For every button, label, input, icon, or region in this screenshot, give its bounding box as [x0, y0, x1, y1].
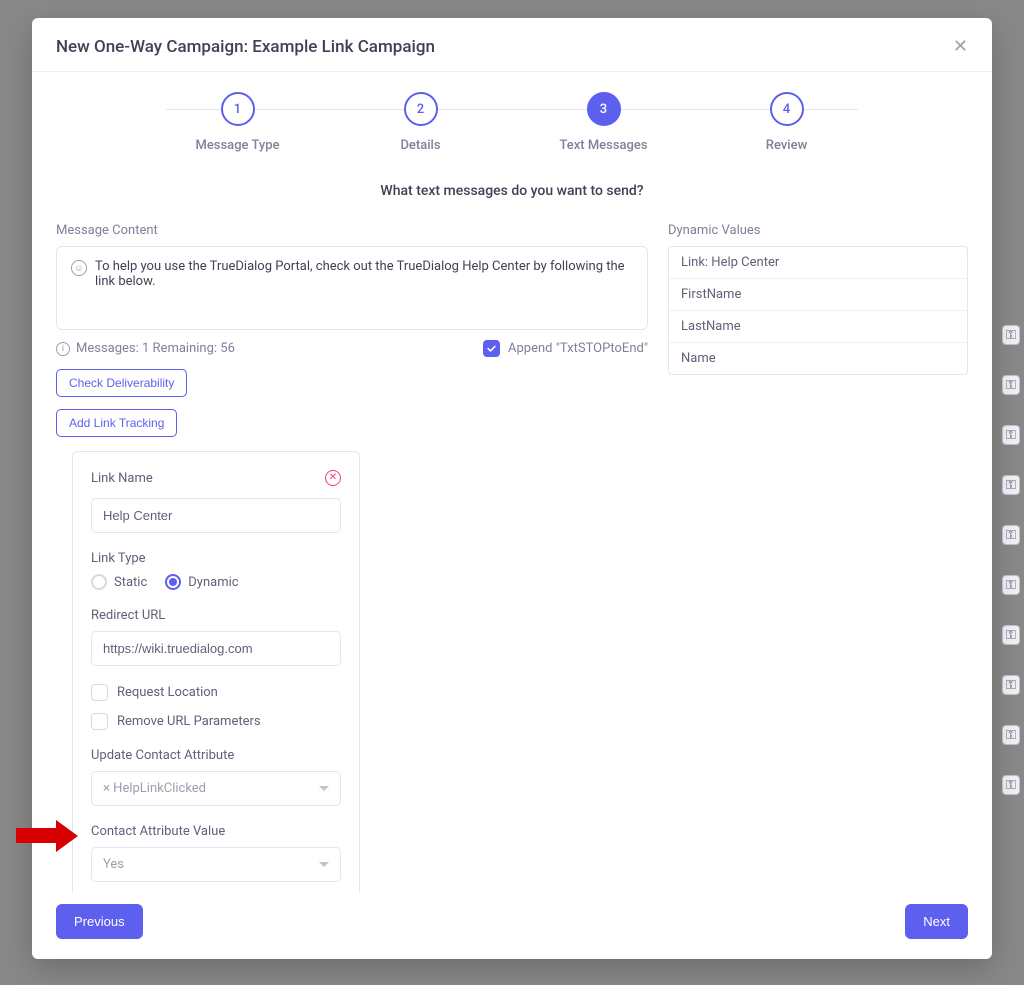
message-text: To help you use the TrueDialog Portal, c… [95, 259, 633, 289]
modal-body: 1 Message Type 2 Details 3 Text Messages… [32, 72, 992, 892]
link-type-static-radio[interactable]: Static [91, 574, 147, 590]
step-label: Message Type [195, 138, 279, 153]
dynamic-value-item[interactable]: LastName [669, 311, 967, 343]
bg-key-icon: ⚿ [1002, 725, 1020, 745]
bg-key-icon: ⚿ [1002, 675, 1020, 695]
bg-key-icon: ⚿ [1002, 325, 1020, 345]
bg-key-icon: ⚿ [1002, 375, 1020, 395]
request-location-checkbox[interactable]: Request Location [91, 684, 341, 701]
dynamic-values-label: Dynamic Values [668, 223, 968, 238]
bg-key-icon: ⚿ [1002, 475, 1020, 495]
link-name-input[interactable] [91, 498, 341, 533]
step-number: 2 [404, 92, 438, 126]
radio-checked-icon [165, 574, 181, 590]
message-content-input[interactable]: ☺ To help you use the TrueDialog Portal,… [56, 246, 648, 330]
step-label: Review [766, 138, 807, 153]
contact-attribute-value-label: Contact Attribute Value [91, 824, 341, 839]
previous-button[interactable]: Previous [56, 904, 143, 939]
step-label: Details [400, 138, 440, 153]
link-type-label: Link Type [91, 551, 341, 566]
bg-key-icon: ⚿ [1002, 425, 1020, 445]
link-type-radiogroup: Static Dynamic [91, 574, 341, 590]
update-contact-attribute-select[interactable]: HelpLinkClicked [91, 771, 341, 806]
bg-key-icon: ⚿ [1002, 625, 1020, 645]
message-content-label: Message Content [56, 223, 648, 238]
redirect-url-input[interactable] [91, 631, 341, 666]
step-label: Text Messages [559, 138, 647, 153]
message-counter: Messages: 1 Remaining: 56 [76, 341, 235, 356]
radio-icon [91, 574, 107, 590]
modal-header: New One-Way Campaign: Example Link Campa… [32, 18, 992, 72]
step-number: 3 [587, 92, 621, 126]
select-value: Yes [103, 857, 124, 872]
check-deliverability-button[interactable]: Check Deliverability [56, 369, 187, 397]
step-review[interactable]: 4 Review [695, 92, 878, 153]
stepper: 1 Message Type 2 Details 3 Text Messages… [56, 72, 968, 163]
content-row: Message Content ☺ To help you use the Tr… [56, 223, 968, 892]
right-column: Dynamic Values Link: Help Center FirstNa… [668, 223, 968, 892]
link-tracking-card: Link Name ✕ Link Type Static Dynamic [72, 451, 360, 892]
remove-url-params-checkbox[interactable]: Remove URL Parameters [91, 713, 341, 730]
step-details[interactable]: 2 Details [329, 92, 512, 153]
checkbox-unchecked-icon [91, 684, 108, 701]
chevron-down-icon [319, 862, 329, 867]
close-button[interactable]: ✕ [953, 36, 968, 57]
step-text-messages[interactable]: 3 Text Messages [512, 92, 695, 153]
append-stop-label: Append "TxtSTOPtoEnd" [508, 341, 648, 356]
dynamic-value-item[interactable]: Link: Help Center [669, 247, 967, 279]
append-stop-checkbox[interactable]: Append "TxtSTOPtoEnd" [483, 340, 648, 357]
campaign-modal: New One-Way Campaign: Example Link Campa… [32, 18, 992, 959]
chevron-down-icon [319, 786, 329, 791]
checkbox-unchecked-icon [91, 713, 108, 730]
dynamic-value-item[interactable]: Name [669, 343, 967, 374]
remove-link-icon[interactable]: ✕ [325, 470, 341, 486]
emoji-icon[interactable]: ☺ [71, 260, 87, 276]
message-info-row: i Messages: 1 Remaining: 56 Append "TxtS… [56, 340, 648, 357]
remove-url-params-label: Remove URL Parameters [117, 714, 261, 729]
checkbox-checked-icon [483, 340, 500, 357]
modal-title: New One-Way Campaign: Example Link Campa… [56, 37, 435, 57]
request-location-label: Request Location [117, 685, 218, 700]
select-value: HelpLinkClicked [103, 781, 206, 796]
next-button[interactable]: Next [905, 904, 968, 939]
bg-key-icon: ⚿ [1002, 775, 1020, 795]
info-icon: i [56, 342, 70, 356]
left-column: Message Content ☺ To help you use the Tr… [56, 223, 648, 892]
link-type-dynamic-radio[interactable]: Dynamic [165, 574, 238, 590]
add-link-tracking-button[interactable]: Add Link Tracking [56, 409, 177, 437]
link-name-label: Link Name [91, 471, 153, 486]
update-contact-attribute-label: Update Contact Attribute [91, 748, 341, 763]
dynamic-values-list: Link: Help Center FirstName LastName Nam… [668, 246, 968, 375]
radio-label: Dynamic [188, 575, 238, 590]
contact-attribute-value-select[interactable]: Yes [91, 847, 341, 882]
bg-key-icon: ⚿ [1002, 525, 1020, 545]
radio-label: Static [114, 575, 147, 590]
modal-footer: Previous Next [32, 892, 992, 959]
step-number: 1 [221, 92, 255, 126]
step-number: 4 [770, 92, 804, 126]
dynamic-value-item[interactable]: FirstName [669, 279, 967, 311]
step-prompt: What text messages do you want to send? [56, 183, 968, 199]
step-message-type[interactable]: 1 Message Type [146, 92, 329, 153]
redirect-url-label: Redirect URL [91, 608, 341, 623]
bg-key-icon: ⚿ [1002, 575, 1020, 595]
